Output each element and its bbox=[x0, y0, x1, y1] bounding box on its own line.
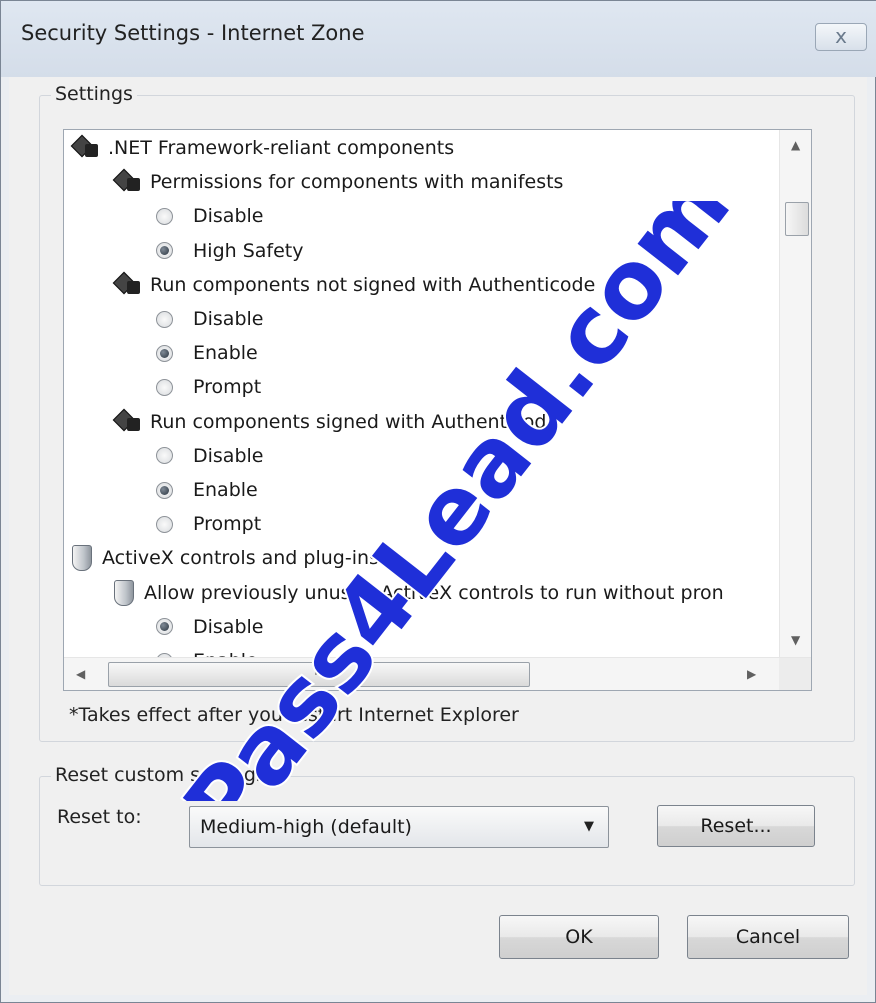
tree-item-label: ActiveX controls and plug-ins bbox=[102, 547, 379, 570]
radio-option[interactable]: Disable bbox=[156, 440, 263, 472]
radio-option[interactable]: Prompt bbox=[156, 371, 261, 403]
shield-icon bbox=[114, 579, 134, 606]
tree-item-label: Prompt bbox=[193, 513, 262, 536]
tree-category: .NET Framework-reliant components bbox=[70, 132, 455, 164]
radio-option[interactable]: Disable bbox=[156, 611, 263, 643]
tree-category: ActiveX controls and plug-ins bbox=[72, 542, 379, 574]
title-bar: Security Settings - Internet Zone x bbox=[1, 1, 876, 77]
radio-unchecked-icon[interactable] bbox=[156, 310, 173, 328]
tree-setting: Run components signed with Authenticode bbox=[112, 406, 559, 438]
radio-checked-icon[interactable] bbox=[156, 344, 173, 362]
tree-item-label: Permissions for components with manifest… bbox=[150, 171, 564, 194]
tree-item-label: Disable bbox=[193, 205, 264, 228]
radio-unchecked-icon[interactable] bbox=[156, 447, 173, 465]
scroll-right-icon[interactable]: ▶ bbox=[747, 667, 756, 681]
scroll-down-icon[interactable]: ▼ bbox=[791, 633, 800, 647]
tree-setting: Permissions for components with manifest… bbox=[112, 166, 564, 198]
tree-item-label: Prompt bbox=[193, 376, 262, 399]
radio-unchecked-icon[interactable] bbox=[156, 207, 173, 225]
scroll-corner bbox=[779, 658, 811, 690]
close-icon: x bbox=[835, 24, 847, 48]
radio-option[interactable]: Disable bbox=[156, 303, 263, 335]
reset-group-label: Reset custom settings bbox=[51, 764, 270, 786]
radio-unchecked-icon[interactable] bbox=[156, 378, 173, 396]
radio-checked-icon[interactable] bbox=[156, 481, 173, 499]
tree-item-label: Enable bbox=[193, 479, 258, 501]
vertical-scrollbar[interactable]: ▲ ▼ bbox=[779, 130, 811, 657]
dropdown-arrow-icon: ▼ bbox=[584, 819, 594, 834]
tree-item-label: Run components signed with Authenticode bbox=[150, 410, 559, 433]
window-title: Security Settings - Internet Zone bbox=[21, 21, 365, 45]
tree-setting: Allow previously unused ActiveX controls… bbox=[114, 577, 724, 609]
radio-checked-icon[interactable] bbox=[156, 618, 173, 636]
shield-icon bbox=[72, 545, 92, 572]
close-button[interactable]: x bbox=[815, 23, 867, 51]
horizontal-scrollbar[interactable]: ◀ III ▶ bbox=[64, 657, 811, 690]
reset-to-label: Reset to: bbox=[57, 806, 142, 828]
tree-item-label: Disable bbox=[193, 615, 264, 638]
security-settings-dialog: Security Settings - Internet Zone x Sett… bbox=[0, 0, 876, 1003]
scroll-left-icon[interactable]: ◀ bbox=[76, 667, 85, 681]
dotnet-icon bbox=[112, 408, 144, 435]
settings-tree[interactable]: .NET Framework-reliant components Permiss… bbox=[63, 129, 812, 691]
scroll-grip-icon: III bbox=[314, 664, 323, 679]
radio-option[interactable]: Prompt bbox=[156, 508, 261, 540]
cancel-button[interactable]: Cancel bbox=[687, 915, 849, 959]
dotnet-icon bbox=[112, 271, 144, 298]
reset-button[interactable]: Reset... bbox=[657, 805, 815, 847]
dotnet-icon bbox=[70, 134, 102, 161]
tree-setting: Run components not signed with Authentic… bbox=[112, 269, 596, 301]
radio-option[interactable]: Disable bbox=[156, 200, 263, 232]
reset-level-select[interactable]: Medium-high (default) ▼ bbox=[189, 806, 609, 848]
vertical-scroll-thumb[interactable] bbox=[785, 202, 809, 236]
settings-group-label: Settings bbox=[51, 83, 137, 105]
radio-checked-icon[interactable] bbox=[156, 242, 173, 260]
tree-item-label: Run components not signed with Authentic… bbox=[150, 273, 596, 296]
radio-option[interactable]: Enable bbox=[156, 474, 258, 506]
reset-level-value: Medium-high (default) bbox=[200, 816, 412, 838]
tree-item-label: Enable bbox=[193, 342, 258, 365]
horizontal-scroll-thumb[interactable]: III bbox=[108, 662, 530, 687]
ok-button[interactable]: OK bbox=[499, 915, 659, 959]
tree-item-label: Disable bbox=[193, 308, 264, 330]
radio-option[interactable]: Enable bbox=[156, 337, 258, 369]
radio-unchecked-icon[interactable] bbox=[156, 515, 173, 533]
radio-option[interactable]: High Safety bbox=[156, 235, 303, 267]
tree-item-label: Disable bbox=[193, 444, 264, 467]
dotnet-icon bbox=[112, 168, 144, 195]
tree-item-label: Allow previously unused ActiveX controls… bbox=[144, 581, 724, 604]
scroll-up-icon[interactable]: ▲ bbox=[791, 138, 800, 152]
restart-note: *Takes effect after you restart Internet… bbox=[69, 704, 519, 726]
tree-item-label: High Safety bbox=[193, 239, 304, 262]
tree-item-label: .NET Framework-reliant components bbox=[108, 137, 455, 159]
